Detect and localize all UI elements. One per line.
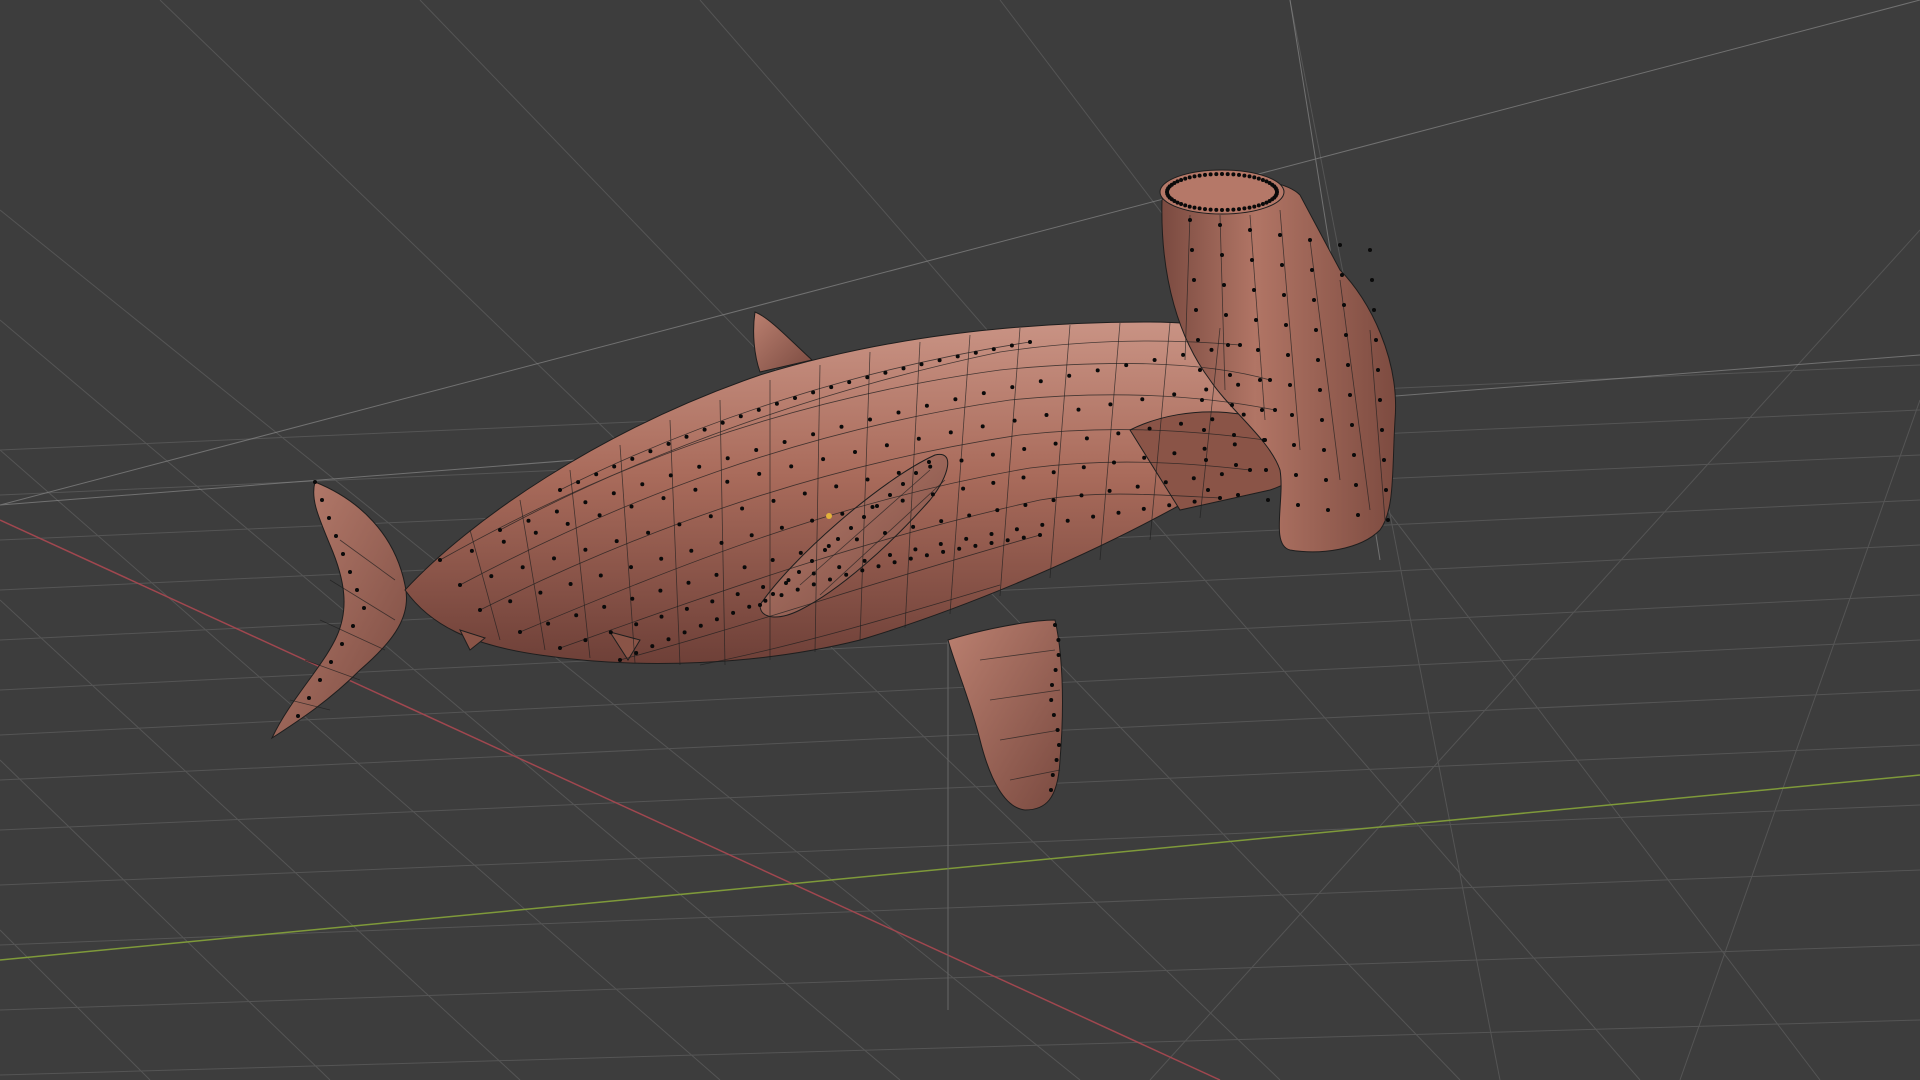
shark-mesh[interactable] <box>270 169 1397 811</box>
3d-viewport[interactable] <box>0 0 1920 1080</box>
hammerhead-cap[interactable] <box>1159 169 1285 215</box>
tail-fin[interactable] <box>270 481 407 740</box>
viewport-canvas[interactable] <box>0 0 1920 1080</box>
y-axis-line <box>0 774 1920 961</box>
object-origin[interactable] <box>826 513 832 519</box>
shark-body[interactable] <box>404 321 1292 664</box>
pectoral-fin-far[interactable] <box>947 619 1063 811</box>
